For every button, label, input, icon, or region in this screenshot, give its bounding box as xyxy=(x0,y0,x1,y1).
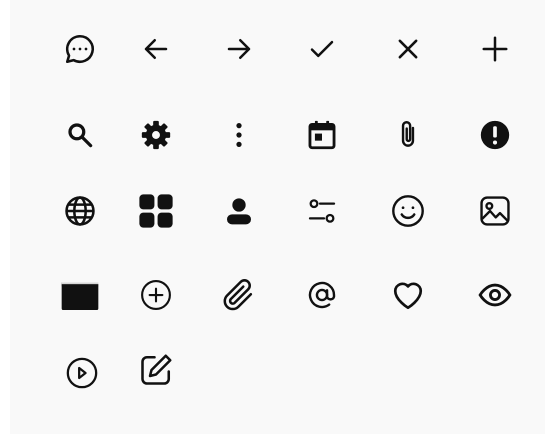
at-sign-icon[interactable] xyxy=(298,271,346,319)
alert-icon[interactable] xyxy=(471,111,519,159)
paperclip-icon[interactable] xyxy=(384,111,432,159)
image-icon[interactable] xyxy=(471,187,519,235)
more-vertical-icon[interactable] xyxy=(215,111,263,159)
folder-icon[interactable] xyxy=(56,271,104,319)
attachment-icon[interactable] xyxy=(215,271,263,319)
gear-icon[interactable] xyxy=(132,111,180,159)
arrow-left-icon[interactable] xyxy=(132,25,180,73)
search-icon[interactable] xyxy=(56,111,104,159)
icon-grid-panel xyxy=(10,0,545,434)
globe-icon[interactable] xyxy=(56,187,104,235)
smiley-icon[interactable] xyxy=(384,187,432,235)
user-icon[interactable] xyxy=(215,187,263,235)
play-circle-icon[interactable] xyxy=(58,349,106,397)
plus-circle-icon[interactable] xyxy=(132,271,180,319)
eye-icon[interactable] xyxy=(471,271,519,319)
calendar-icon[interactable] xyxy=(298,111,346,159)
grid-icon[interactable] xyxy=(132,187,180,235)
plus-icon[interactable] xyxy=(471,25,519,73)
edit-icon[interactable] xyxy=(132,346,180,394)
close-icon[interactable] xyxy=(384,25,432,73)
checkmark-icon[interactable] xyxy=(298,25,346,73)
heart-icon[interactable] xyxy=(384,271,432,319)
sliders-icon[interactable] xyxy=(298,187,346,235)
chat-bubble-icon[interactable] xyxy=(56,25,104,73)
arrow-right-icon[interactable] xyxy=(215,25,263,73)
